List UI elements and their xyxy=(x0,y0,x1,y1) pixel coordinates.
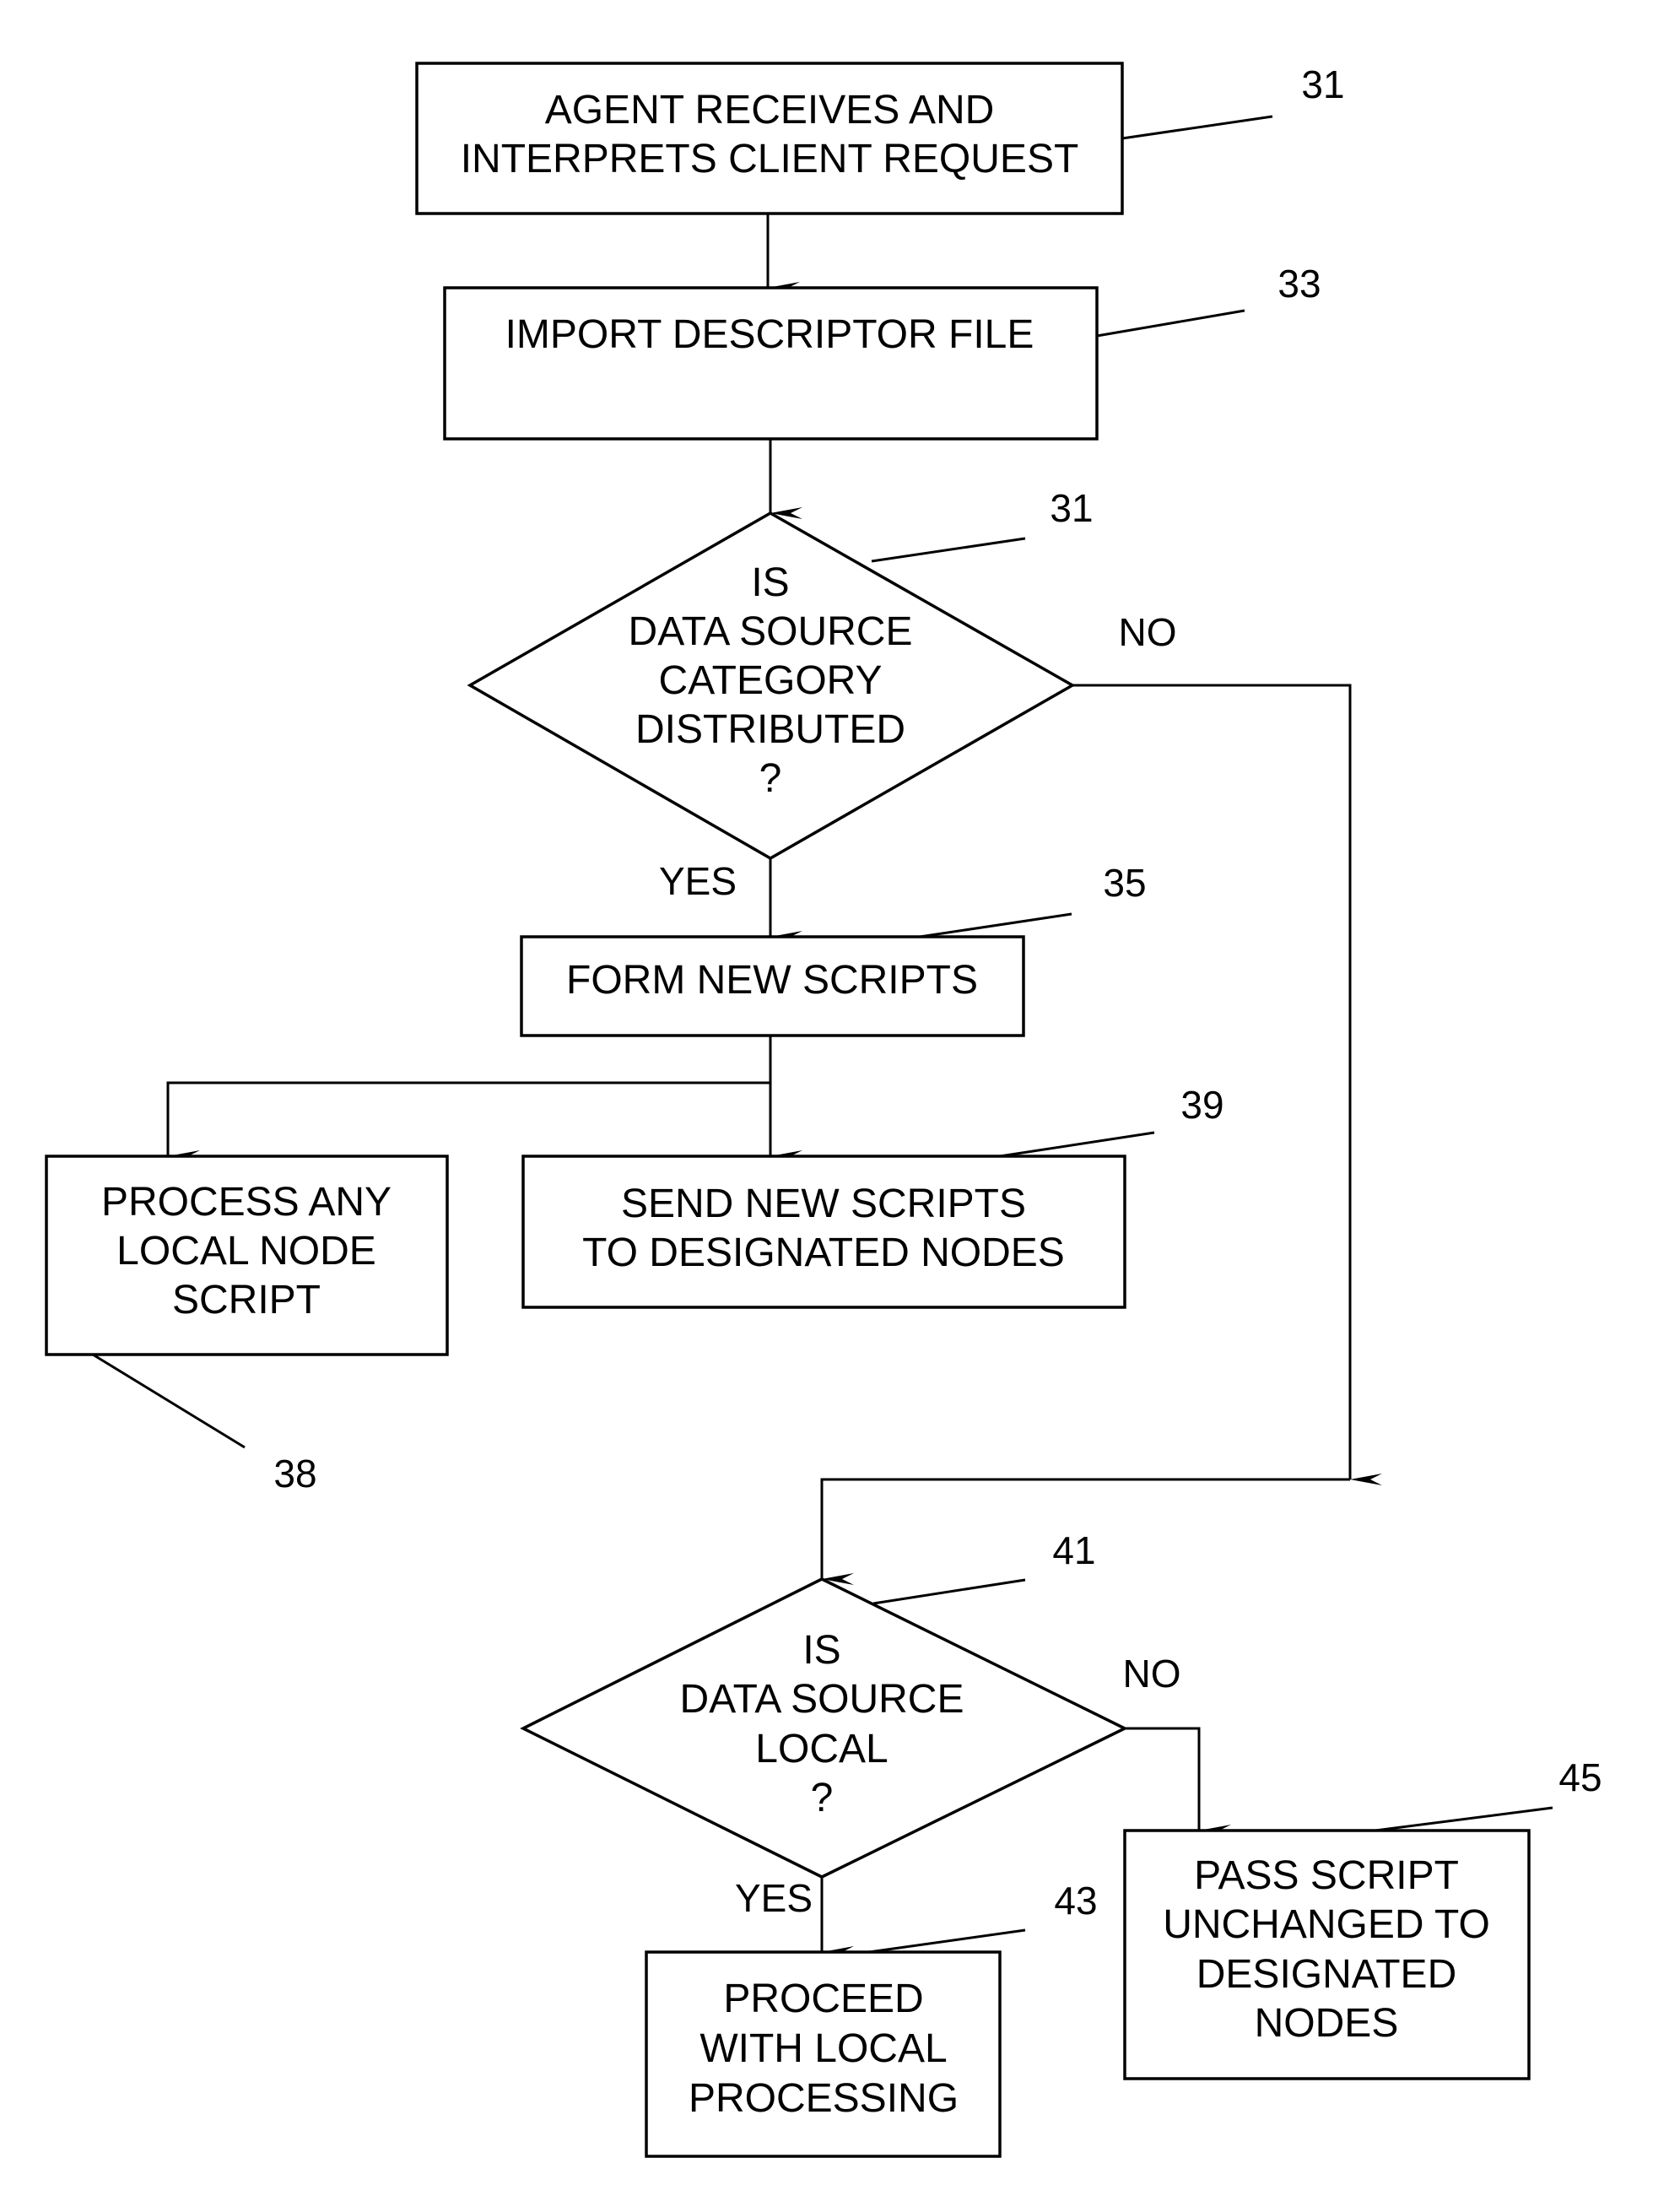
decision-31-yes-label: YES xyxy=(659,859,737,903)
decision-41-yes-label: YES xyxy=(735,1876,813,1920)
box-45-line-4: NODES xyxy=(1255,2001,1399,2046)
decision-31-line-5: ? xyxy=(759,756,782,801)
flowchart: AGENT RECEIVES AND INTERPRETS CLIENT REQ… xyxy=(45,62,1602,2158)
box-31-line-2: INTERPRETS CLIENT REQUEST xyxy=(461,137,1079,181)
box-31-line-1: AGENT RECEIVES AND xyxy=(545,88,995,133)
ref-31: 31 xyxy=(1301,62,1344,106)
decision-41-line-1: IS xyxy=(802,1628,840,1673)
box-43-line-2: WITH LOCAL xyxy=(699,2026,947,2071)
box-43-line-3: PROCESSING xyxy=(689,2076,959,2121)
ref-38: 38 xyxy=(273,1452,316,1495)
decision-41-line-3: LOCAL xyxy=(755,1727,888,1771)
decision-31-line-1: IS xyxy=(751,560,789,605)
box-43-text: PROCEED WITH LOCAL PROCESSING xyxy=(689,1977,959,2121)
ref-35: 35 xyxy=(1103,861,1146,905)
box-43-line-1: PROCEED xyxy=(723,1977,923,2021)
ref-45: 45 xyxy=(1558,1755,1601,1799)
ref-31b: 31 xyxy=(1050,486,1093,530)
leader-38 xyxy=(92,1353,246,1449)
ref-41: 41 xyxy=(1052,1528,1095,1572)
box-38-line-2: LOCAL NODE xyxy=(116,1229,376,1274)
box-33-text: IMPORT DESCRIPTOR FILE xyxy=(505,312,1034,357)
box-39-line-2: TO DESIGNATED NODES xyxy=(582,1230,1065,1275)
box-45-line-3: DESIGNATED xyxy=(1196,1952,1456,1997)
edge-decision2-45 xyxy=(1125,1727,1231,1836)
leader-31 xyxy=(1121,115,1273,140)
decision-41-no-label: NO xyxy=(1123,1652,1181,1696)
decision-31-line-4: DISTRIBUTED xyxy=(635,707,905,752)
box-33-line-1: IMPORT DESCRIPTOR FILE xyxy=(505,312,1034,357)
decision-31-no-label: NO xyxy=(1119,610,1177,654)
box-35-text: FORM NEW SCRIPTS xyxy=(566,958,978,1003)
decision-41-line-2: DATA SOURCE xyxy=(680,1677,964,1722)
decision-31-line-3: CATEGORY xyxy=(659,658,883,703)
box-45-line-1: PASS SCRIPT xyxy=(1194,1853,1459,1898)
ref-39: 39 xyxy=(1180,1083,1223,1127)
leader-39 xyxy=(999,1131,1155,1158)
box-38-line-3: SCRIPT xyxy=(172,1278,321,1322)
decision-31-line-2: DATA SOURCE xyxy=(629,609,913,654)
process-box-33 xyxy=(443,286,1099,441)
box-45-line-2: UNCHANGED TO xyxy=(1163,1902,1490,1947)
leader-45 xyxy=(1375,1806,1553,1832)
ref-43: 43 xyxy=(1054,1879,1097,1923)
leader-31b xyxy=(871,537,1026,563)
leader-41 xyxy=(872,1578,1026,1605)
ref-33: 33 xyxy=(1277,262,1321,306)
leader-43 xyxy=(868,1928,1026,1954)
box-39-line-1: SEND NEW SCRIPTS xyxy=(621,1182,1026,1226)
leader-33 xyxy=(1096,309,1245,338)
box-38-line-1: PROCESS ANY xyxy=(101,1180,392,1225)
edge-split-38 xyxy=(166,1081,770,1162)
leader-35 xyxy=(919,912,1072,938)
decision-41-line-4: ? xyxy=(811,1776,834,1820)
box-35-line-1: FORM NEW SCRIPTS xyxy=(566,958,978,1003)
